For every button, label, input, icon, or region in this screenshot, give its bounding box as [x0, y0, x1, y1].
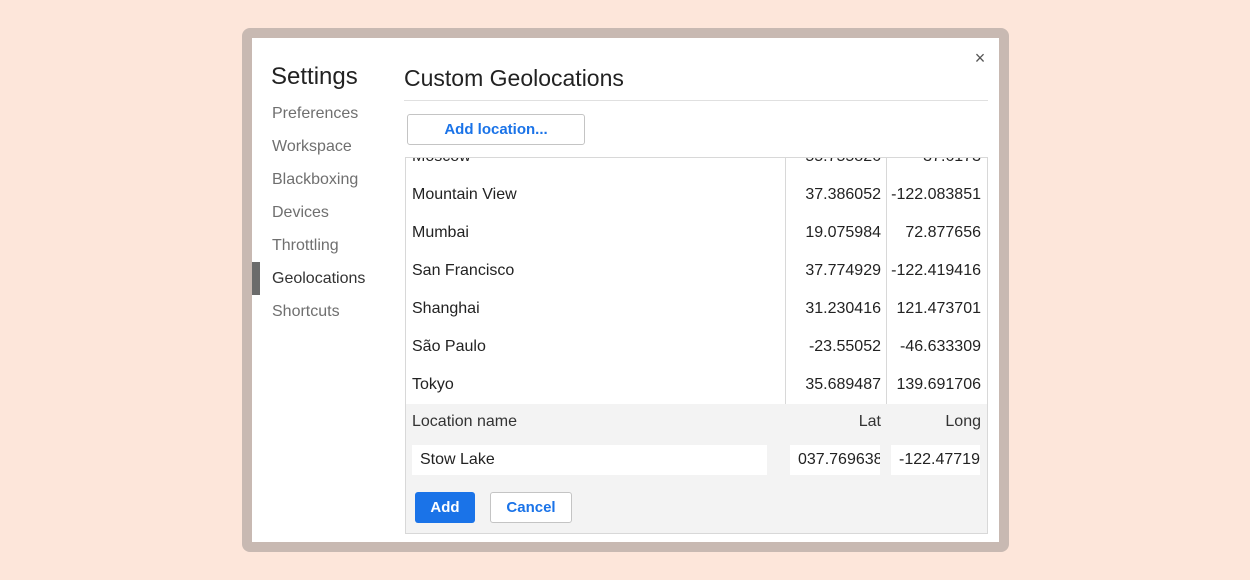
- list-item[interactable]: Mountain View 37.386052 -122.083851: [406, 176, 987, 214]
- cancel-button[interactable]: Cancel: [490, 492, 572, 523]
- lat-label: Lat: [858, 413, 881, 430]
- list-item[interactable]: Shanghai 31.230416 121.473701: [406, 290, 987, 328]
- list-item[interactable]: San Francisco 37.774929 -122.419416: [406, 252, 987, 290]
- location-long: 139.691706: [896, 376, 981, 393]
- sidebar-item-preferences[interactable]: Preferences: [252, 97, 382, 130]
- location-name: Mumbai: [412, 224, 469, 241]
- location-lat: 55.755826: [786, 158, 881, 176]
- sidebar-nav: Preferences Workspace Blackboxing Device…: [252, 97, 382, 328]
- close-icon[interactable]: ×: [970, 48, 990, 68]
- geolocation-list[interactable]: Moscow 55.755826 37.6173 Mountain View 3…: [405, 157, 988, 404]
- location-name: Mountain View: [412, 186, 517, 203]
- sidebar-title: Settings: [271, 63, 358, 90]
- column-divider-lat: [785, 158, 786, 404]
- location-lat: 35.689487: [805, 376, 881, 393]
- location-lat: -23.55052: [808, 338, 881, 355]
- location-long: -46.633309: [900, 338, 981, 355]
- long-label: Long: [945, 413, 981, 430]
- list-item[interactable]: Moscow 55.755826 37.6173: [406, 158, 987, 176]
- lat-input[interactable]: [790, 445, 880, 475]
- title-divider: [404, 100, 988, 101]
- sidebar-item-devices[interactable]: Devices: [252, 196, 382, 229]
- sidebar-item-geolocations[interactable]: Geolocations: [252, 262, 382, 295]
- list-item[interactable]: Tokyo 35.689487 139.691706: [406, 366, 987, 404]
- location-name-input[interactable]: [412, 445, 767, 475]
- location-long: 37.6173: [887, 158, 981, 176]
- location-long: -122.083851: [891, 186, 981, 203]
- sidebar-item-throttling[interactable]: Throttling: [252, 229, 382, 262]
- location-lat: 37.774929: [805, 262, 881, 279]
- sidebar-item-shortcuts[interactable]: Shortcuts: [252, 295, 382, 328]
- list-item[interactable]: São Paulo -23.55052 -46.633309: [406, 328, 987, 366]
- location-lat: 37.386052: [805, 186, 881, 203]
- sidebar-item-workspace[interactable]: Workspace: [252, 130, 382, 163]
- location-name: Tokyo: [412, 376, 454, 393]
- column-divider-long: [886, 158, 887, 404]
- location-editor: Location name Lat Long Add Cancel: [405, 404, 988, 534]
- geolocation-list-content: Moscow 55.755826 37.6173 Mountain View 3…: [406, 158, 987, 404]
- location-name: San Francisco: [412, 262, 515, 279]
- settings-dialog: × Settings Preferences Workspace Blackbo…: [252, 38, 999, 542]
- location-lat: 31.230416: [805, 300, 881, 317]
- long-input[interactable]: [891, 445, 980, 475]
- location-long: 121.473701: [896, 300, 981, 317]
- location-name: São Paulo: [412, 338, 486, 355]
- location-name: Moscow: [412, 158, 782, 176]
- add-button[interactable]: Add: [415, 492, 475, 523]
- sidebar-item-blackboxing[interactable]: Blackboxing: [252, 163, 382, 196]
- location-lat: 19.075984: [805, 224, 881, 241]
- location-long: 72.877656: [905, 224, 981, 241]
- location-long: -122.419416: [891, 262, 981, 279]
- location-name: Shanghai: [412, 300, 480, 317]
- location-name-label: Location name: [412, 413, 517, 430]
- page-title: Custom Geolocations: [404, 65, 624, 91]
- add-location-button[interactable]: Add location...: [407, 114, 585, 145]
- list-item[interactable]: Mumbai 19.075984 72.877656: [406, 214, 987, 252]
